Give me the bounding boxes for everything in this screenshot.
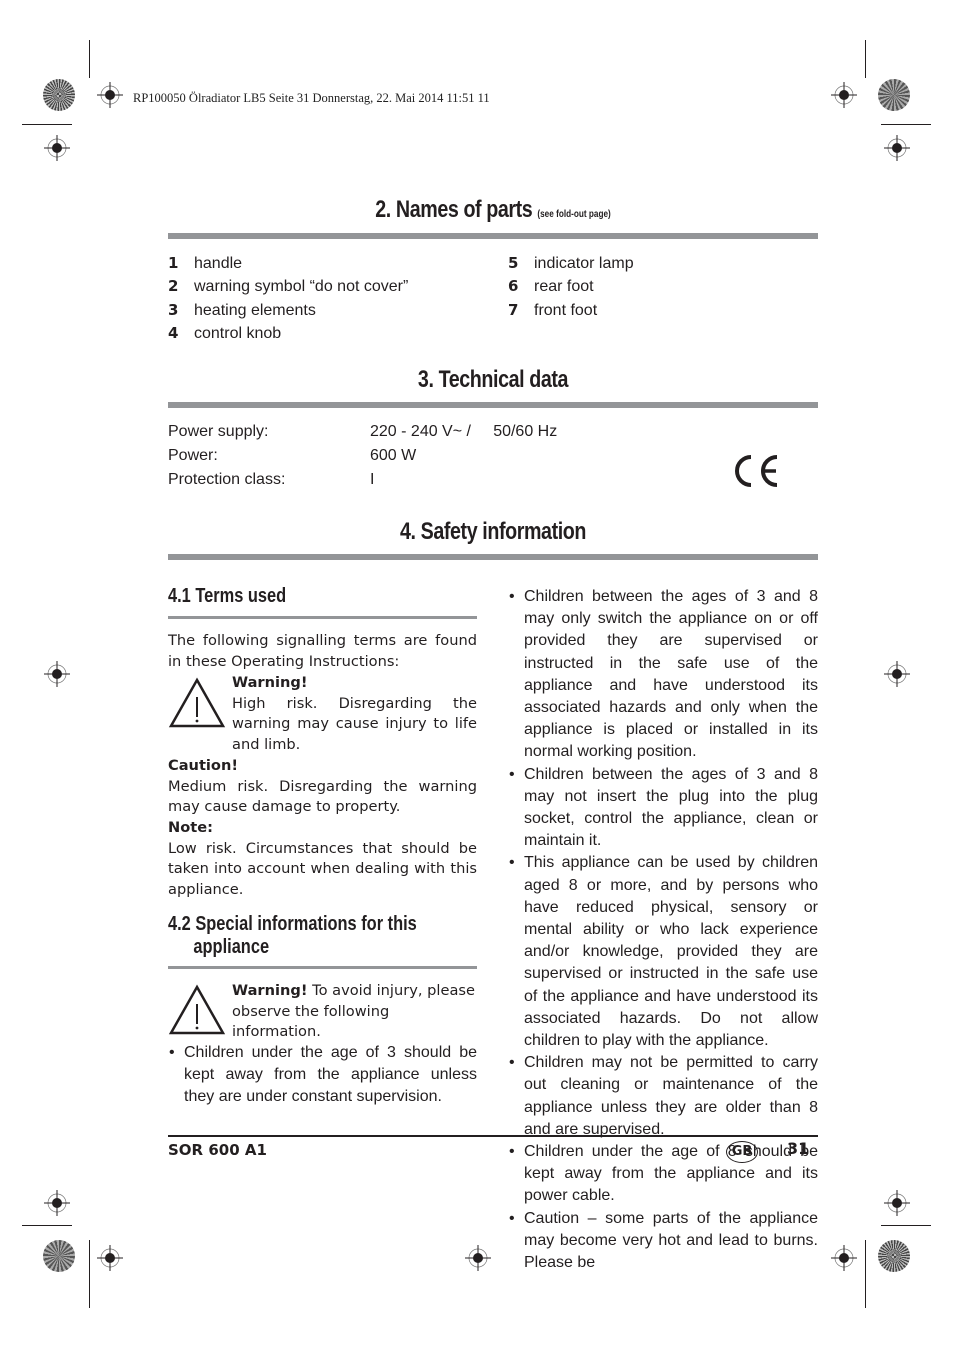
part-number: 4 (168, 324, 179, 343)
registration-mark-icon (44, 1190, 70, 1216)
section-separator (168, 233, 818, 239)
color-rosette-icon (878, 79, 910, 111)
registration-mark-icon (97, 82, 123, 108)
crop-line (22, 124, 72, 125)
registration-mark-icon (465, 1245, 491, 1271)
registration-mark-icon (831, 1245, 857, 1271)
part-label: rear foot (534, 278, 594, 296)
registration-mark-icon (884, 661, 910, 687)
crop-line (89, 40, 90, 78)
color-rosette-icon (878, 1240, 910, 1272)
warning-triangle-icon (168, 984, 226, 1035)
caution-definition: Caution! Medium risk. Disregarding the w… (168, 756, 477, 818)
note-label: Note: (168, 819, 213, 836)
print-header: RP100050 Ölradiator LB5 Seite 31 Donners… (133, 91, 490, 105)
row-value: 600 W (370, 447, 417, 464)
crop-line (865, 40, 866, 78)
list-item: Children under the age of 3 should be ke… (168, 1042, 477, 1109)
caution-label: Caution! (168, 757, 238, 774)
list-item: 1 handle (168, 252, 488, 275)
part-label: indicator lamp (534, 255, 634, 272)
color-rosette-icon (43, 79, 75, 111)
table-row: Power: 600 W (168, 444, 668, 468)
section-safety-information-title: 4. Safety information (399, 518, 587, 545)
list-item: 2 warning symbol “do not cover” (168, 275, 488, 298)
parts-list-left: 1 handle 2 warning symbol “do not cover” 3… (168, 252, 488, 346)
list-item: Children may not be permitted to carry o… (508, 1052, 818, 1141)
bullet-list-right: Children between the ages of 3 and 8 may… (508, 586, 818, 1274)
part-number: 5 (508, 254, 519, 272)
part-label: front foot (534, 301, 598, 319)
row-key: Power: (168, 447, 218, 464)
part-number: 6 (508, 277, 519, 296)
part-number: 2 (168, 277, 179, 296)
part-label: handle (194, 255, 243, 272)
list-item: Children under the age of 8 should be ke… (508, 1141, 818, 1208)
registration-mark-icon (831, 82, 857, 108)
list-item: 5 indicator lamp (508, 252, 818, 275)
subsection-terms-used-title: 4.1 Terms used (168, 585, 287, 607)
row-key: Power supply: (168, 423, 269, 440)
caution-text: Medium risk. Disregarding the warning ma… (168, 777, 477, 816)
part-number: 3 (168, 300, 179, 319)
title-note: (see fold-out page) (537, 209, 611, 220)
footer-model: SOR 600 A1 (168, 1141, 267, 1159)
registration-mark-icon (884, 1190, 910, 1216)
color-rosette-icon (43, 1240, 75, 1272)
list-item: This appliance can be used by children a… (508, 852, 818, 1052)
section-separator (168, 402, 818, 408)
registration-mark-icon (44, 135, 70, 161)
registration-mark-icon (44, 661, 70, 687)
part-number: 7 (508, 300, 519, 319)
subsection-special-information-title: 4.2 Special informations for this applia… (168, 913, 417, 959)
section-technical-data-title: 3. Technical data (417, 366, 569, 393)
part-label: control knob (194, 325, 282, 343)
title-line: appliance (193, 936, 270, 958)
subsection-separator (168, 966, 477, 969)
subsection-separator (168, 616, 477, 619)
page-number: 31 (787, 1139, 810, 1158)
footer-rule (168, 1135, 818, 1137)
list-item: Children between the ages of 3 and 8 may… (508, 764, 818, 853)
ce-mark-icon (735, 455, 778, 487)
crop-line (881, 124, 931, 125)
crop-line (865, 1240, 866, 1308)
row-value: 220 - 240 V~ / 50/60 Hz (370, 423, 558, 440)
list-item: Caution – some parts of the appliance ma… (508, 1208, 818, 1275)
table-row: Power supply: 220 - 240 V~ / 50/60 Hz (168, 420, 668, 444)
registration-mark-icon (884, 135, 910, 161)
section-separator (168, 554, 818, 560)
list-item: 4 control knob (168, 322, 488, 345)
note-text: Low risk. Circumstances that should be t… (168, 839, 477, 898)
parts-list-right: 5 indicator lamp 6 rear foot 7 front foot (508, 252, 818, 322)
crop-line (22, 1225, 72, 1226)
table-row: Protection class: I (168, 468, 668, 492)
note-definition: Note: Low risk. Circumstances that shoul… (168, 818, 477, 900)
row-key: Protection class: (168, 471, 286, 488)
row-value: I (370, 471, 375, 488)
terms-used-intro: The following signalling terms are found… (168, 632, 477, 670)
list-item: 6 rear foot (508, 275, 818, 298)
registration-mark-icon (97, 1245, 123, 1271)
warning-label: Warning! (232, 674, 308, 691)
warning-text: High risk. Disregarding the warning may … (232, 694, 477, 753)
bullet-list-left: Children under the age of 3 should be ke… (168, 1042, 477, 1109)
title-line: 4.2 Special informations for this (168, 913, 417, 935)
warning-label: Warning! (232, 982, 308, 999)
crop-line (881, 1225, 931, 1226)
list-item: 3 heating elements (168, 299, 488, 322)
crop-line (89, 1240, 90, 1308)
warning-triangle-icon (168, 677, 226, 728)
title-text: 2. Names of parts (375, 196, 533, 223)
list-item: Children between the ages of 3 and 8 may… (508, 586, 818, 764)
section-names-of-parts-title: 2. Names of parts (see fold-out page) (227, 196, 760, 224)
part-label: warning symbol “do not cover” (194, 278, 409, 296)
country-badge: GB (726, 1141, 758, 1163)
part-number: 1 (168, 254, 179, 272)
part-label: heating elements (194, 301, 316, 319)
special-warning: Warning! To avoid injury, please observe… (232, 981, 477, 1043)
list-item: 7 front foot (508, 299, 818, 322)
technical-data-table: Power supply: 220 - 240 V~ / 50/60 Hz Pow… (168, 420, 668, 492)
warning-definition: Warning! High risk. Disregarding the war… (232, 673, 477, 755)
